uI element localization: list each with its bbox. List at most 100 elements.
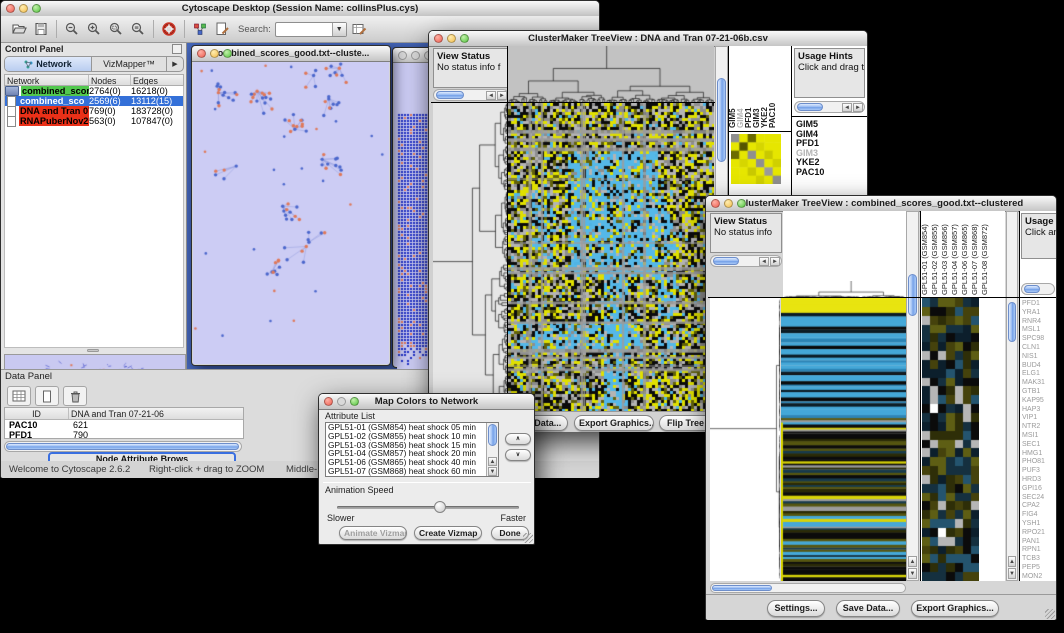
bottom-hscrollbar[interactable] xyxy=(710,583,906,593)
gene-label[interactable]: MON2 xyxy=(1022,573,1056,581)
gene-label[interactable]: SEC24 xyxy=(1022,494,1056,503)
column-label[interactable]: GPL51-01 (GSM854) xyxy=(921,224,929,295)
move-up-button[interactable]: ∧ xyxy=(505,433,531,445)
usage-hscrollbar[interactable]: ◄ ► xyxy=(794,101,865,113)
dialog-title-bar[interactable]: Map Colors to Network xyxy=(319,394,534,410)
scroll-up-icon[interactable]: ▲ xyxy=(488,457,497,466)
gene-label[interactable]: KAP95 xyxy=(1022,397,1056,406)
close-button[interactable] xyxy=(398,51,407,60)
column-label[interactable]: GPL51-07 (GSM868) xyxy=(971,224,979,295)
network-list-row[interactable]: combined_sco 2569(6) 13112(15) xyxy=(5,96,183,106)
column-header-network[interactable]: Network xyxy=(5,75,89,85)
column-label[interactable]: GPL51-04 (GSM857) xyxy=(951,224,959,295)
column-label[interactable]: GPL51-03 (GSM856) xyxy=(941,224,949,295)
heatmap-canvas[interactable] xyxy=(508,103,714,411)
gene-label[interactable]: PFD1 xyxy=(1022,300,1056,309)
annotation-button[interactable] xyxy=(212,19,232,39)
resize-grip[interactable] xyxy=(523,533,533,543)
treeview2-title-bar[interactable]: ClusterMaker TreeView : combined_scores_… xyxy=(706,196,1056,212)
scrollbar-thumb[interactable] xyxy=(488,424,497,446)
column-dendrogram-canvas[interactable] xyxy=(508,46,714,102)
gene-label[interactable]: PHO81 xyxy=(1022,458,1056,467)
treeview1-title-bar[interactable]: ClusterMaker TreeView : DNA and Tran 07-… xyxy=(429,31,867,47)
row-dendrogram-canvas[interactable] xyxy=(433,103,507,411)
scroll-up-icon[interactable]: ▲ xyxy=(908,556,917,567)
help-button[interactable] xyxy=(159,19,179,39)
heatmap-vscrollbar[interactable]: ▲ ▼ xyxy=(906,211,919,581)
attribute-table-row[interactable]: PAC10 621 xyxy=(5,420,243,430)
scroll-right-icon[interactable]: ► xyxy=(770,257,780,266)
scrollbar-thumb[interactable] xyxy=(712,585,772,591)
gene-label[interactable]: PAN1 xyxy=(1022,538,1056,547)
status-hscrollbar[interactable]: ◄ ► xyxy=(710,255,782,267)
gene-label[interactable]: NIS1 xyxy=(1022,353,1056,362)
gene-label[interactable]: YSH1 xyxy=(1022,520,1056,529)
gene-label[interactable]: RPO21 xyxy=(1022,529,1056,538)
tab-overflow-arrow[interactable]: ▶ xyxy=(166,57,183,71)
float-panel-icon[interactable] xyxy=(172,44,182,54)
close-button[interactable] xyxy=(711,199,720,208)
gene-label[interactable]: PEP5 xyxy=(1022,564,1056,573)
gene-label[interactable]: MSL1 xyxy=(1022,326,1056,335)
gene-label[interactable]: TCB3 xyxy=(1022,555,1056,564)
gene-label[interactable]: HMG1 xyxy=(1022,450,1056,459)
close-button[interactable] xyxy=(324,397,333,406)
gene-label[interactable]: RPN1 xyxy=(1022,546,1056,555)
zoom-selected-button[interactable] xyxy=(106,19,126,39)
open-session-button[interactable] xyxy=(9,19,29,39)
attribute-list-item[interactable]: GPL51-01 (GSM854) heat shock 05 min xyxy=(326,423,498,432)
close-button[interactable] xyxy=(434,34,443,43)
gene-label[interactable]: MSI1 xyxy=(1022,432,1056,441)
network-list-row[interactable]: DNA and Tran 07 769(0) 183728(0) xyxy=(5,106,183,116)
zoom-button[interactable] xyxy=(737,199,746,208)
column-header-nodes[interactable]: Nodes xyxy=(89,75,131,85)
gene-label[interactable]: ELG1 xyxy=(1022,370,1056,379)
scrollbar-thumb[interactable] xyxy=(797,103,823,111)
attribute-list-item[interactable]: GPL51-03 (GSM856) heat shock 15 min xyxy=(326,441,498,450)
scrollbar-thumb[interactable] xyxy=(1024,285,1040,293)
gene-label[interactable]: CLN1 xyxy=(1022,344,1056,353)
close-button[interactable] xyxy=(6,4,15,13)
network-grid-canvas[interactable] xyxy=(397,113,431,369)
network-view-canvas[interactable] xyxy=(193,62,389,364)
gene-label[interactable]: RNR4 xyxy=(1022,318,1056,327)
zoom-button[interactable] xyxy=(350,397,359,406)
gene-label[interactable]: BUD4 xyxy=(1022,362,1056,371)
scroll-down-icon[interactable]: ▼ xyxy=(908,568,917,579)
minimize-button[interactable] xyxy=(447,34,456,43)
data-panel-hscrollbar[interactable] xyxy=(4,441,242,452)
minimize-button[interactable] xyxy=(724,199,733,208)
zoom-vscrollbar[interactable]: ▲ ▼ xyxy=(1006,211,1018,581)
attribute-table-row[interactable]: PFD1 790 xyxy=(5,430,243,440)
gene-label[interactable]: GTB1 xyxy=(1022,388,1056,397)
scroll-up-icon[interactable]: ▲ xyxy=(1008,556,1016,567)
close-button[interactable] xyxy=(197,49,206,58)
create-vizmap-button[interactable]: Create Vizmap xyxy=(414,526,482,540)
save-session-button[interactable] xyxy=(31,19,51,39)
usage-hscrollbar[interactable] xyxy=(1021,283,1055,295)
network-list-row[interactable]: RNAPuberNov2+ 563(0) 107847(0) xyxy=(5,116,183,126)
zoom-button[interactable] xyxy=(32,4,41,13)
attribute-list-item[interactable]: GPL51-04 (GSM857) heat shock 20 min xyxy=(326,449,498,458)
network-window1-title-bar[interactable]: combined_scores_good.txt--cluste... xyxy=(192,46,390,62)
scrollbar-thumb[interactable] xyxy=(436,91,464,99)
minimize-button[interactable] xyxy=(19,4,28,13)
scroll-left-icon[interactable]: ◄ xyxy=(486,91,496,100)
scroll-left-icon[interactable]: ◄ xyxy=(759,257,769,266)
slider-thumb[interactable] xyxy=(434,501,446,513)
attribute-listbox[interactable]: GPL51-01 (GSM854) heat shock 05 min GPL51… xyxy=(325,422,499,477)
attribute-editor-button[interactable] xyxy=(349,19,369,39)
gene-label[interactable]: FIG4 xyxy=(1022,511,1056,520)
move-down-button[interactable]: ∨ xyxy=(505,449,531,461)
scroll-right-icon[interactable]: ► xyxy=(497,91,507,100)
scroll-down-icon[interactable]: ▼ xyxy=(488,467,497,476)
tab-network[interactable]: Network xyxy=(5,57,92,71)
export-graphics-button[interactable]: Export Graphics... xyxy=(574,415,654,431)
delete-attribute-button[interactable] xyxy=(63,386,87,406)
select-attributes-button[interactable] xyxy=(7,386,31,406)
resize-grip[interactable] xyxy=(1045,609,1055,619)
main-title-bar[interactable]: Cytoscape Desktop (Session Name: collins… xyxy=(1,1,599,17)
scroll-left-icon[interactable]: ◄ xyxy=(842,103,852,112)
animate-vizmap-button[interactable]: Animate Vizmap xyxy=(339,526,407,540)
minimize-button[interactable] xyxy=(411,51,420,60)
